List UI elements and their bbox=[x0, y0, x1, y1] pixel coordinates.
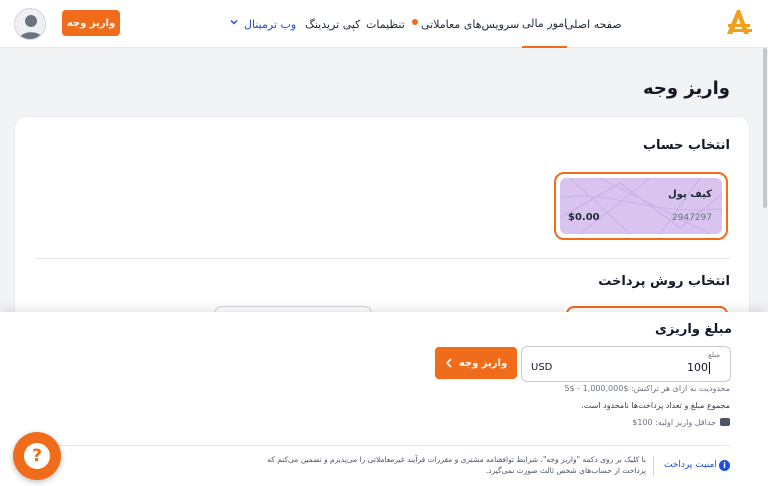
help-button[interactable]: ? bbox=[13, 432, 61, 480]
wallet-balance: $0.00 bbox=[568, 212, 600, 223]
payment-security-link[interactable]: امنیت پرداخت bbox=[664, 460, 717, 470]
currency-unit: USD bbox=[531, 362, 553, 373]
chevron-down-icon[interactable] bbox=[229, 17, 239, 27]
info-icon: i bbox=[719, 460, 730, 471]
page-scrollbar[interactable] bbox=[763, 48, 767, 208]
footer-separator bbox=[653, 456, 654, 476]
user-avatar[interactable] bbox=[14, 8, 46, 40]
chevron-left-icon bbox=[445, 358, 452, 368]
wallet-number: 2947297 bbox=[671, 213, 712, 223]
amount-panel: مبلغ واریزی مبلغ 100 USD واریز وجه محدود… bbox=[0, 312, 768, 486]
account-section-title: انتخاب حساب bbox=[642, 138, 730, 153]
amount-field-label: مبلغ bbox=[708, 351, 720, 359]
wallet-icon bbox=[720, 418, 730, 426]
notification-dot bbox=[412, 19, 418, 25]
nav-trading-services[interactable]: سرویس‌های معاملاتی bbox=[421, 0, 519, 48]
payment-section-title: انتخاب روش پرداخت bbox=[598, 274, 730, 289]
nav-settings[interactable]: تنظیمات bbox=[366, 0, 405, 48]
top-header: واریز وجه وب ترمینال کپی تریدینگ تنظیمات… bbox=[0, 0, 768, 48]
nav-copy-trading[interactable]: کپی تریدینگ bbox=[305, 0, 360, 48]
wallet-name: کیف پول bbox=[668, 189, 712, 200]
help-icon: ? bbox=[24, 443, 50, 469]
avatar-icon bbox=[19, 15, 43, 39]
wallet-account-option[interactable]: کیف پول 2947297 $0.00 bbox=[554, 172, 728, 240]
page-title: واریز وجه bbox=[642, 78, 730, 99]
min-first-deposit-text: حداقل واریز اولیه: 100$ bbox=[632, 418, 716, 427]
amount-input[interactable]: مبلغ 100 USD bbox=[521, 346, 731, 382]
amount-value[interactable]: 100 bbox=[687, 361, 708, 374]
nav-financial[interactable]: امور مالی bbox=[522, 0, 568, 48]
terms-text: با کلیک بر روی دکمه "واریز وجه"، شرایط ت… bbox=[267, 455, 646, 475]
section-divider bbox=[36, 258, 730, 259]
deposit-submit-button[interactable]: واریز وجه bbox=[435, 347, 517, 379]
logo-icon[interactable] bbox=[724, 7, 752, 37]
nav-web-terminal[interactable]: وب ترمینال bbox=[244, 0, 296, 48]
text-caret bbox=[709, 362, 710, 374]
footer-divider bbox=[36, 445, 730, 446]
deposit-submit-label: واریز وجه bbox=[458, 357, 508, 369]
header-deposit-button[interactable]: واریز وجه bbox=[62, 10, 120, 36]
unlimited-payments-text: مجموع مبلغ و تعداد پرداخت‌ها نامحدود است… bbox=[581, 401, 730, 410]
nav-home[interactable]: صفحه اصلی bbox=[565, 0, 622, 48]
amount-title: مبلغ واریزی bbox=[655, 322, 732, 337]
transaction-limit-text: محدودیت به ازای هر تراکنش: $1,000,000 - … bbox=[564, 384, 730, 393]
card-pattern-graphic bbox=[560, 178, 722, 234]
wallet-card: کیف پول 2947297 $0.00 bbox=[560, 178, 722, 234]
